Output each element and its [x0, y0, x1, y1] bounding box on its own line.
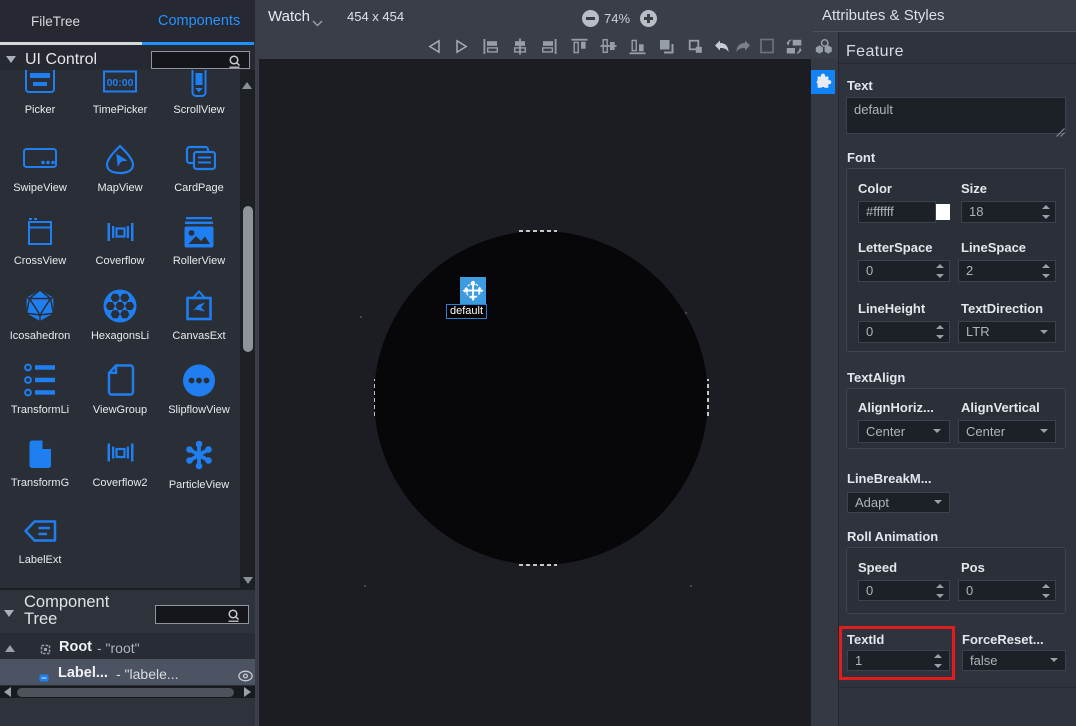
svg-text:00:00: 00:00 — [107, 77, 134, 89]
